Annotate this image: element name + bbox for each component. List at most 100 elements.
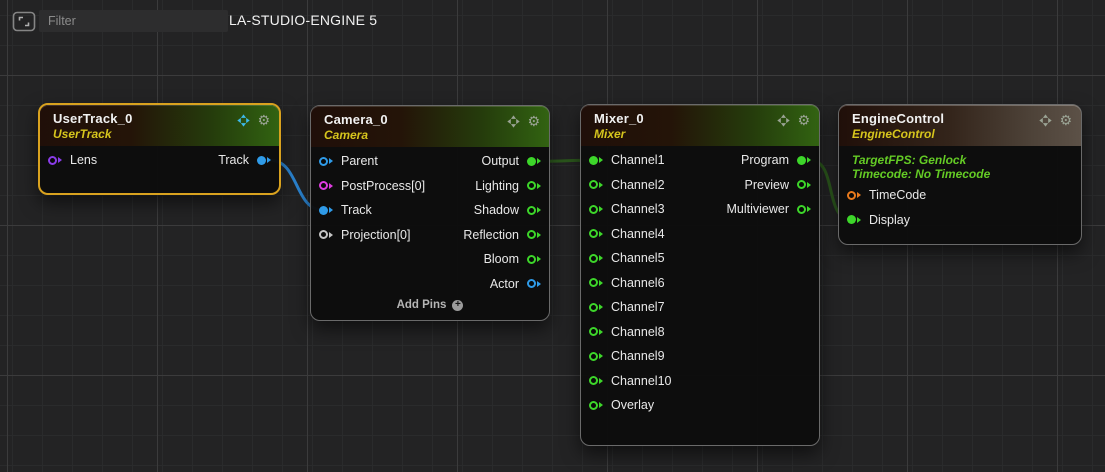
blue-pin-icon — [319, 206, 333, 215]
node-mixer-0[interactable]: Mixer_0 Mixer ⚙ Channel1 Program Channel2 P… — [580, 104, 820, 446]
node-body: Lens Track — [40, 146, 279, 193]
add-pins-icon — [452, 300, 463, 311]
green-pin-icon — [589, 180, 603, 189]
node-header[interactable]: EngineControl EngineControl ⚙ — [839, 105, 1081, 146]
pin-label: Reflection — [463, 228, 519, 242]
magenta-pin-icon — [319, 181, 333, 190]
node-icons: ⚙ — [237, 113, 270, 127]
pin-row: Channel3 Multiviewer — [581, 197, 819, 222]
pin-label: Shadow — [474, 203, 519, 217]
input-pin-channel4[interactable]: Channel4 — [589, 227, 665, 241]
output-pin-actor[interactable]: Actor — [490, 277, 541, 291]
green-pin-icon — [589, 229, 603, 238]
node-body: Channel1 Program Channel2 Preview Channel3 Mu… — [581, 146, 819, 445]
gear-icon[interactable]: ⚙ — [1059, 113, 1072, 127]
input-pin-channel8[interactable]: Channel8 — [589, 325, 665, 339]
output-pin-lighting[interactable]: Lighting — [475, 179, 541, 193]
pin-row: Actor — [311, 272, 549, 297]
green-pin-icon — [527, 181, 541, 190]
node-title: EngineControl — [852, 111, 1071, 126]
node-type-label: Camera — [324, 128, 539, 142]
output-pin-preview[interactable]: Preview — [745, 178, 811, 192]
node-graph-canvas[interactable]: LA-STUDIO-ENGINE 5 UserTrack_0 UserTrack… — [0, 0, 1105, 472]
input-pin-channel1[interactable]: Channel1 — [589, 153, 665, 167]
gray-pin-icon — [319, 230, 333, 239]
green-pin-icon — [589, 205, 603, 214]
output-pin-output[interactable]: Output — [481, 154, 541, 168]
move-node-icon[interactable] — [507, 115, 520, 128]
pin-row: Lens Track — [40, 148, 279, 173]
input-pin-timecode[interactable]: TimeCode — [847, 188, 926, 202]
input-pin-projection-0[interactable]: Projection[0] — [319, 228, 410, 242]
pin-row: Channel4 — [581, 222, 819, 247]
output-pin-shadow[interactable]: Shadow — [474, 203, 541, 217]
gear-icon[interactable]: ⚙ — [257, 113, 270, 127]
pin-row: Channel6 — [581, 271, 819, 296]
input-pin-channel10[interactable]: Channel10 — [589, 374, 671, 388]
input-pin-postprocess-0[interactable]: PostProcess[0] — [319, 179, 425, 193]
pin-label: Channel1 — [611, 153, 665, 167]
input-pin-channel6[interactable]: Channel6 — [589, 276, 665, 290]
pin-label: Channel6 — [611, 276, 665, 290]
gear-icon[interactable]: ⚙ — [527, 114, 540, 128]
move-node-icon[interactable] — [777, 114, 790, 127]
blue-pin-icon — [527, 279, 541, 288]
input-pin-channel3[interactable]: Channel3 — [589, 202, 665, 216]
output-pin-program[interactable]: Program — [741, 153, 811, 167]
node-type-label: Mixer — [594, 127, 809, 141]
input-pin-channel9[interactable]: Channel9 — [589, 349, 665, 363]
node-info-line: TargetFPS: Genlock — [852, 154, 1068, 168]
node-header[interactable]: UserTrack_0 UserTrack ⚙ — [40, 105, 279, 146]
gear-icon[interactable]: ⚙ — [797, 113, 810, 127]
node-header[interactable]: Camera_0 Camera ⚙ — [311, 106, 549, 147]
add-pins-label: Add Pins — [397, 299, 447, 311]
pin-label: Bloom — [484, 252, 519, 266]
move-node-icon[interactable] — [237, 114, 250, 127]
green-pin-icon — [589, 303, 603, 312]
node-body: TargetFPS: GenlockTimecode: No TimecodeT… — [839, 146, 1081, 244]
page-title: LA-STUDIO-ENGINE 5 — [229, 12, 377, 28]
node-usertrack-0[interactable]: UserTrack_0 UserTrack ⚙ Lens Track — [38, 103, 281, 195]
green-pin-icon — [589, 376, 603, 385]
pin-row: Channel5 — [581, 246, 819, 271]
output-pin-bloom[interactable]: Bloom — [484, 252, 541, 266]
move-node-icon[interactable] — [1039, 114, 1052, 127]
pin-row: Channel7 — [581, 295, 819, 320]
blue-pin-icon — [319, 157, 333, 166]
filter-input[interactable] — [39, 10, 228, 32]
pin-label: Track — [218, 153, 249, 167]
output-pin-track[interactable]: Track — [218, 153, 271, 167]
pin-row: PostProcess[0] Lighting — [311, 174, 549, 199]
input-pin-overlay[interactable]: Overlay — [589, 398, 654, 412]
node-body: Parent Output PostProcess[0] Lighting Track S… — [311, 147, 549, 296]
output-pin-multiviewer[interactable]: Multiviewer — [726, 202, 811, 216]
node-camera-0[interactable]: Camera_0 Camera ⚙ Parent Output PostProces… — [310, 105, 550, 321]
pin-label: TimeCode — [869, 188, 926, 202]
input-pin-channel2[interactable]: Channel2 — [589, 178, 665, 192]
pin-label: Program — [741, 153, 789, 167]
pin-label: Channel8 — [611, 325, 665, 339]
pin-label: Channel2 — [611, 178, 665, 192]
green-pin-icon — [847, 215, 861, 224]
output-pin-reflection[interactable]: Reflection — [463, 228, 541, 242]
pin-label: Lighting — [475, 179, 519, 193]
fit-view-icon[interactable] — [12, 11, 36, 32]
input-pin-track[interactable]: Track — [319, 203, 372, 217]
input-pin-channel5[interactable]: Channel5 — [589, 251, 665, 265]
add-pins-button[interactable]: Add Pins — [311, 296, 549, 320]
input-pin-lens[interactable]: Lens — [48, 153, 97, 167]
green-pin-icon — [797, 205, 811, 214]
pin-label: Channel3 — [611, 202, 665, 216]
input-pin-display[interactable]: Display — [847, 213, 910, 227]
input-pin-parent[interactable]: Parent — [319, 154, 378, 168]
node-icons: ⚙ — [507, 114, 540, 128]
green-pin-icon — [589, 156, 603, 165]
green-pin-icon — [589, 352, 603, 361]
pin-row: Bloom — [311, 247, 549, 272]
pin-row: Projection[0] Reflection — [311, 223, 549, 248]
node-header[interactable]: Mixer_0 Mixer ⚙ — [581, 105, 819, 146]
pin-label: Overlay — [611, 398, 654, 412]
node-enginecontrol[interactable]: EngineControl EngineControl ⚙ TargetFPS:… — [838, 104, 1082, 245]
input-pin-channel7[interactable]: Channel7 — [589, 300, 665, 314]
pin-label: Parent — [341, 154, 378, 168]
